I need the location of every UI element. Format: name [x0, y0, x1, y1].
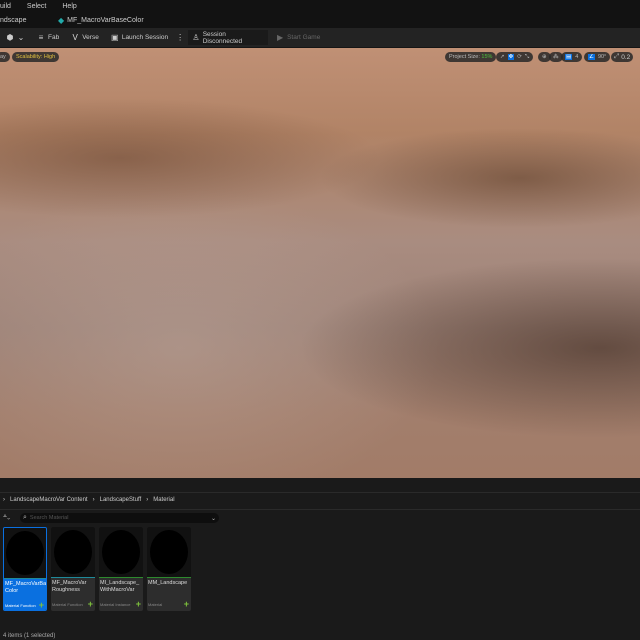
- scale-snap-icon: ⤢: [614, 53, 620, 60]
- asset-name: MM_Landscape: [148, 580, 188, 586]
- asset-type-row: Material +: [147, 599, 191, 609]
- asset-name: MF_MacroVarBase Color: [5, 581, 47, 594]
- view-mode-pill[interactable]: ay: [0, 52, 10, 62]
- translate-icon[interactable]: ✥: [507, 54, 515, 60]
- asset-thumbnail: [99, 527, 143, 577]
- breadcrumb-item[interactable]: Material: [153, 497, 174, 503]
- project-size-value: 15%: [481, 54, 493, 60]
- search-input[interactable]: ⌕ Search Material ⌄: [20, 513, 219, 523]
- project-size-pill[interactable]: Project Size: 15%: [445, 52, 497, 62]
- breadcrumb-item[interactable]: LandscapeMacroVar Content: [10, 497, 88, 503]
- asset-type-row: Material Instance +: [99, 599, 143, 609]
- session-icon: ♙: [192, 32, 200, 42]
- rotate-icon[interactable]: ⟳: [517, 54, 522, 60]
- asset-thumbnail: [51, 527, 95, 577]
- grid-snap[interactable]: ▤ 4: [561, 52, 583, 62]
- chevron-right-icon: ›: [92, 497, 95, 503]
- chevron-right-icon: ›: [3, 497, 5, 503]
- launch-session-icon: ▣: [111, 32, 119, 42]
- grid-value: 4: [575, 54, 579, 60]
- launch-label: Launch Session: [121, 34, 169, 41]
- select-icon[interactable]: ➚: [500, 54, 505, 60]
- project-size-label: Project Size:: [449, 54, 480, 60]
- add-icon: +: [135, 599, 141, 609]
- filter-icon[interactable]: ⩡⌄: [3, 513, 10, 521]
- verse-icon: V: [72, 32, 78, 42]
- chevron-down-icon[interactable]: ⌄: [211, 515, 216, 522]
- tab-landscape[interactable]: ndscape: [0, 17, 58, 24]
- asset-tile[interactable]: MF_MacroVar Roughness Material Function +: [51, 527, 95, 611]
- chevron-right-icon: ›: [146, 497, 149, 503]
- search-placeholder: Search Material: [29, 515, 69, 521]
- asset-name: MF_MacroVar Roughness: [52, 580, 87, 593]
- add-icon: +: [38, 600, 44, 610]
- asset-type-row: Material Function +: [4, 600, 46, 610]
- tab-mf-macrovarbasecolor[interactable]: MF_MacroVarBaseColor: [67, 17, 144, 24]
- add-icon: +: [183, 599, 189, 609]
- scale-snap[interactable]: ⤢ 0.2: [611, 52, 634, 62]
- verse-button[interactable]: V Verse: [67, 30, 103, 45]
- asset-name: MI_Landscape_ WithMacroVar: [100, 580, 140, 593]
- scale-value: 0.2: [621, 53, 631, 61]
- breadcrumb-item[interactable]: LandscapeStuff: [100, 497, 142, 503]
- add-content-button[interactable]: ⬢ ⌄: [2, 30, 29, 45]
- content-browser: › LandscapeMacroVar Content › LandscapeS…: [0, 478, 640, 640]
- verse-label: Verse: [82, 34, 99, 41]
- tab-bar: ndscape ◆ MF_MacroVarBaseColor: [0, 12, 640, 28]
- globe-icon: ⊕: [542, 54, 547, 60]
- search-icon: ⌕: [23, 514, 27, 521]
- menu-build[interactable]: uild: [0, 3, 11, 10]
- play-icon: ▶: [277, 32, 284, 42]
- asset-type-row: Material Function +: [51, 599, 95, 609]
- start-label: Start Game: [287, 34, 321, 41]
- asset-type: Material Function: [52, 601, 83, 607]
- asset-type: Material Instance: [100, 601, 131, 607]
- scalability-pill[interactable]: Scalability: High: [12, 52, 60, 62]
- main-toolbar: ⬢ ⌄ ≡ Fab V Verse ▣ Launch Session ⋮ ♙ Sessio…: [0, 28, 640, 47]
- transform-tools: ➚ ✥ ⟳ ⤡: [496, 52, 534, 62]
- chevron-down-icon: ⌄: [17, 32, 25, 42]
- start-game-button[interactable]: ▶ Start Game: [272, 30, 324, 45]
- menu-bar: uild Select Help: [0, 0, 640, 12]
- session-status[interactable]: ♙ Session Disconnected: [188, 30, 269, 45]
- grid-icon: ▤: [565, 54, 573, 60]
- asset-type: Material Function: [5, 602, 36, 608]
- fab-button[interactable]: ≡ Fab: [33, 30, 63, 45]
- material-function-icon: ◆: [58, 15, 65, 25]
- snap-icon: ⁂: [553, 54, 559, 60]
- asset-tile[interactable]: MF_MacroVarBase Color Material Function+: [3, 527, 47, 611]
- more-options-icon[interactable]: ⋮: [176, 33, 184, 42]
- asset-tile[interactable]: MM_Landscape Material +: [147, 527, 191, 611]
- scale-icon[interactable]: ⤡: [525, 54, 529, 61]
- session-label: Session Disconnected: [202, 30, 243, 45]
- menu-select[interactable]: Select: [27, 3, 46, 10]
- angle-icon: ∠: [588, 54, 595, 60]
- angle-value: 90°: [597, 54, 607, 60]
- add-actor-icon: ⬢: [6, 32, 14, 42]
- fab-label: Fab: [48, 34, 60, 41]
- asset-thumbnail: [4, 528, 46, 578]
- fab-icon: ≡: [38, 32, 44, 42]
- level-viewport[interactable]: ay Scalability: High Project Size: 15% ➚…: [0, 48, 640, 478]
- launch-session-button[interactable]: ▣ Launch Session: [107, 30, 172, 45]
- status-text: 4 items (1 selected): [3, 633, 56, 639]
- rotation-snap[interactable]: ∠ 90°: [584, 52, 611, 62]
- breadcrumb: › LandscapeMacroVar Content › LandscapeS…: [3, 497, 175, 503]
- add-icon: +: [87, 599, 93, 609]
- asset-tile[interactable]: MI_Landscape_ WithMacroVar Material Inst…: [99, 527, 143, 611]
- menu-help[interactable]: Help: [62, 3, 76, 10]
- asset-type: Material: [148, 601, 163, 607]
- asset-thumbnail: [147, 527, 191, 577]
